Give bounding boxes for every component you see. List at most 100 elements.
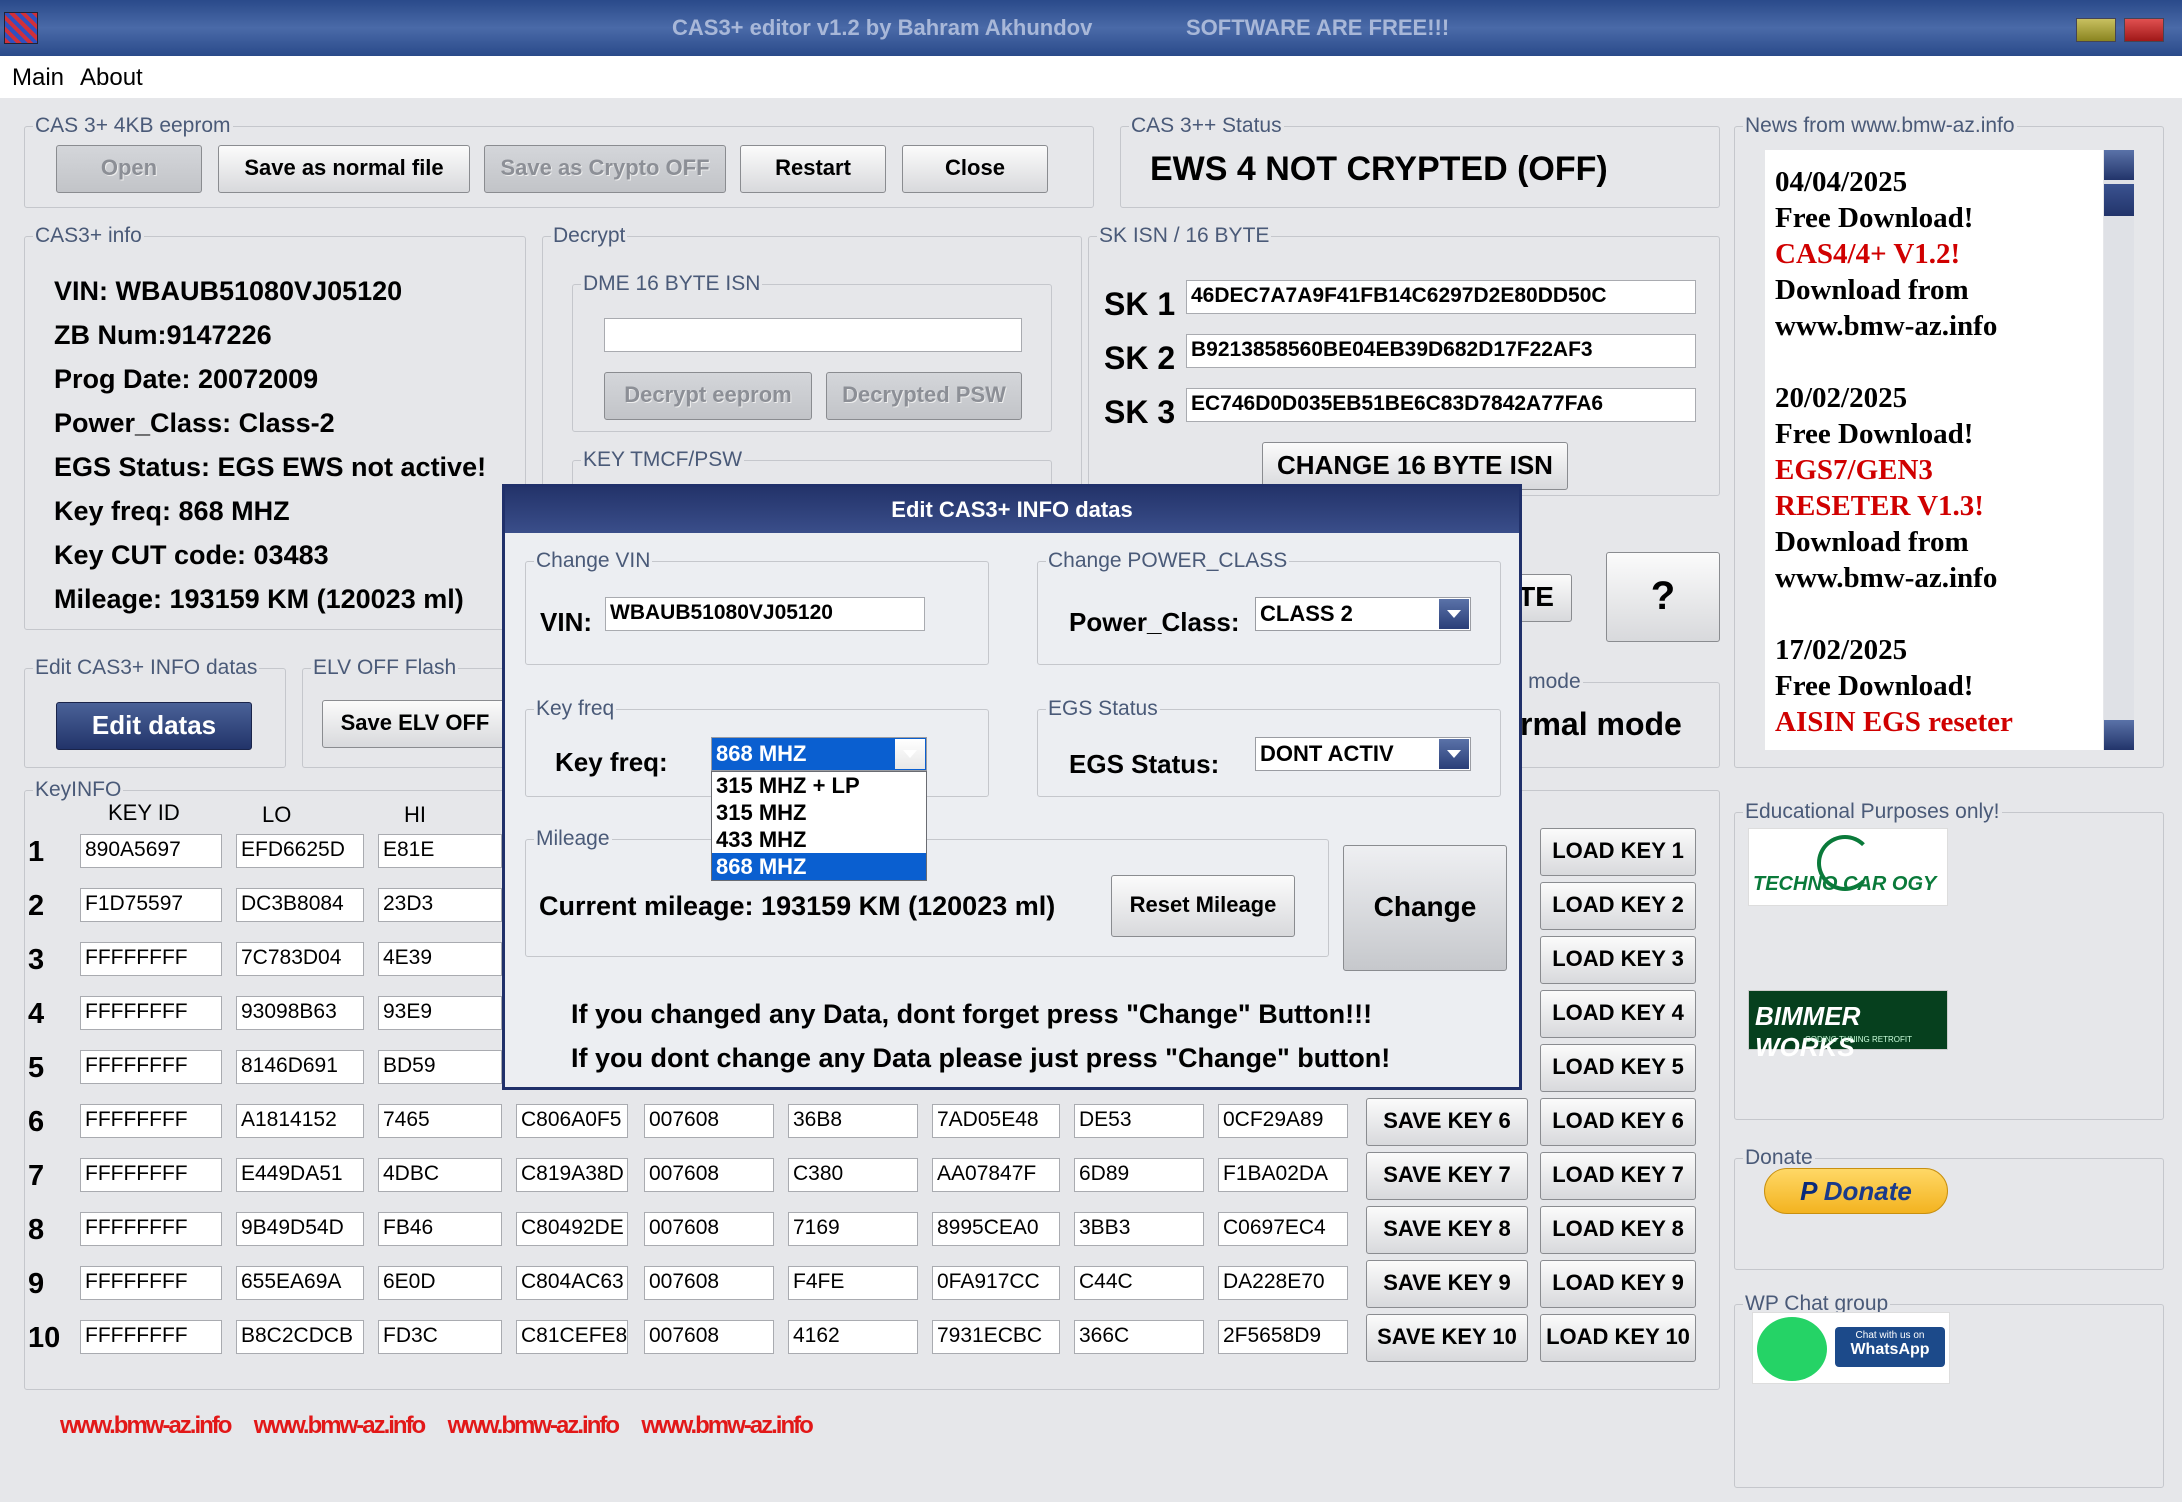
edit-datas-button[interactable]: Edit datas	[56, 702, 252, 750]
decrypted-psw-button[interactable]: Decrypted PSW	[826, 372, 1022, 420]
load-key-button[interactable]: LOAD KEY 5	[1540, 1044, 1696, 1092]
key-cell[interactable]: A1814152	[236, 1104, 364, 1138]
key-cell[interactable]: 4E39	[378, 942, 502, 976]
key-cell[interactable]: C44C	[1074, 1266, 1204, 1300]
save-key-button[interactable]: SAVE KEY 10	[1366, 1314, 1528, 1362]
key-cell[interactable]: 6D89	[1074, 1158, 1204, 1192]
key-cell[interactable]: 6E0D	[378, 1266, 502, 1300]
key-cell[interactable]: C380	[788, 1158, 918, 1192]
load-key-button[interactable]: LOAD KEY 1	[1540, 828, 1696, 876]
save-crypto-off-button[interactable]: Save as Crypto OFF	[484, 145, 726, 193]
key-cell[interactable]: FFFFFFFF	[80, 942, 222, 976]
scroll-up-icon[interactable]	[2104, 150, 2134, 180]
egs-status-select[interactable]: DONT ACTIV	[1255, 737, 1471, 771]
load-key-button[interactable]: LOAD KEY 10	[1540, 1314, 1696, 1362]
restart-button[interactable]: Restart	[740, 145, 886, 193]
donate-button[interactable]: P Donate	[1764, 1168, 1948, 1214]
key-cell[interactable]: 7465	[378, 1104, 502, 1138]
key-cell[interactable]: FFFFFFFF	[80, 1158, 222, 1192]
key-cell[interactable]: DC3B8084	[236, 888, 364, 922]
key-cell[interactable]: 007608	[644, 1104, 774, 1138]
bimmer-works-logo[interactable]: BIMMER WORKS CODING TUNING RETROFIT	[1748, 990, 1948, 1062]
footer-link[interactable]: www.bmw-az.info	[254, 1412, 426, 1439]
key-cell[interactable]: 4DBC	[378, 1158, 502, 1192]
menu-main[interactable]: Main	[12, 64, 64, 92]
scroll-thumb[interactable]	[2104, 184, 2134, 216]
key-cell[interactable]: 007608	[644, 1266, 774, 1300]
key-cell[interactable]: AA07847F	[932, 1158, 1060, 1192]
key-freq-option[interactable]: 315 MHZ + LP	[712, 772, 926, 799]
key-cell[interactable]: C0697EC4	[1218, 1212, 1348, 1246]
help-button[interactable]: ?	[1606, 552, 1720, 642]
decrypt-eeprom-button[interactable]: Decrypt eeprom	[604, 372, 812, 420]
footer-link[interactable]: www.bmw-az.info	[641, 1412, 813, 1439]
key-cell[interactable]: FD3C	[378, 1320, 502, 1354]
key-cell[interactable]: 93098B63	[236, 996, 364, 1030]
key-cell[interactable]: B8C2CDCB	[236, 1320, 364, 1354]
key-cell[interactable]: 0CF29A89	[1218, 1104, 1348, 1138]
key-cell[interactable]: 366C	[1074, 1320, 1204, 1354]
sk1-input[interactable]: 46DEC7A7A9F41FB14C6297D2E80DD50C	[1186, 280, 1696, 314]
key-cell[interactable]: 4162	[788, 1320, 918, 1354]
key-cell[interactable]: FFFFFFFF	[80, 1320, 222, 1354]
open-button[interactable]: Open	[56, 145, 202, 193]
footer-link[interactable]: www.bmw-az.info	[448, 1412, 620, 1439]
key-cell[interactable]: 3BB3	[1074, 1212, 1204, 1246]
key-cell[interactable]: 93E9	[378, 996, 502, 1030]
key-freq-option-selected[interactable]: 868 MHZ	[712, 853, 926, 880]
save-key-button[interactable]: SAVE KEY 9	[1366, 1260, 1528, 1308]
sk2-input[interactable]: B9213858560BE04EB39D682D17F22AF3	[1186, 334, 1696, 368]
reset-mileage-button[interactable]: Reset Mileage	[1111, 875, 1295, 937]
save-elv-off-button[interactable]: Save ELV OFF	[322, 700, 508, 748]
menu-about[interactable]: About	[80, 64, 143, 92]
whatsapp-banner[interactable]: Chat with us on WhatsApp	[1752, 1312, 1950, 1384]
footer-link[interactable]: www.bmw-az.info	[60, 1412, 232, 1439]
techno-car-logo[interactable]: TECHNO CAR OGY	[1748, 828, 1948, 906]
key-cell[interactable]: 7C783D04	[236, 942, 364, 976]
key-cell[interactable]: FFFFFFFF	[80, 1266, 222, 1300]
news-scrollbar[interactable]	[2104, 150, 2134, 750]
key-cell[interactable]: 36B8	[788, 1104, 918, 1138]
chevron-down-icon[interactable]	[1439, 599, 1469, 629]
key-cell[interactable]: 007608	[644, 1158, 774, 1192]
change-button[interactable]: Change	[1343, 845, 1507, 971]
save-normal-button[interactable]: Save as normal file	[218, 145, 470, 193]
key-cell[interactable]: C81CEFE8	[516, 1320, 628, 1354]
key-cell[interactable]: FFFFFFFF	[80, 1104, 222, 1138]
load-key-button[interactable]: LOAD KEY 7	[1540, 1152, 1696, 1200]
scroll-down-icon[interactable]	[2104, 720, 2134, 750]
power-class-select[interactable]: CLASS 2	[1255, 597, 1471, 631]
dme-isn-input[interactable]	[604, 318, 1022, 352]
key-cell[interactable]: F1D75597	[80, 888, 222, 922]
save-key-button[interactable]: SAVE KEY 8	[1366, 1206, 1528, 1254]
load-key-button[interactable]: LOAD KEY 3	[1540, 936, 1696, 984]
save-key-button[interactable]: SAVE KEY 6	[1366, 1098, 1528, 1146]
key-cell[interactable]: F1BA02DA	[1218, 1158, 1348, 1192]
key-cell[interactable]: FFFFFFFF	[80, 996, 222, 1030]
key-cell[interactable]: F4FE	[788, 1266, 918, 1300]
key-freq-select[interactable]: 868 MHZ	[711, 737, 927, 771]
load-key-button[interactable]: LOAD KEY 4	[1540, 990, 1696, 1038]
key-cell[interactable]: 0FA917CC	[932, 1266, 1060, 1300]
load-key-button[interactable]: LOAD KEY 8	[1540, 1206, 1696, 1254]
key-cell[interactable]: 8995CEA0	[932, 1212, 1060, 1246]
key-freq-option[interactable]: 433 MHZ	[712, 826, 926, 853]
key-cell[interactable]: 7169	[788, 1212, 918, 1246]
save-key-button[interactable]: SAVE KEY 7	[1366, 1152, 1528, 1200]
key-cell[interactable]: 23D3	[378, 888, 502, 922]
key-cell[interactable]: 007608	[644, 1320, 774, 1354]
key-cell[interactable]: 890A5697	[80, 834, 222, 868]
key-cell[interactable]: 9B49D54D	[236, 1212, 364, 1246]
key-cell[interactable]: FFFFFFFF	[80, 1212, 222, 1246]
close-button[interactable]: Close	[902, 145, 1048, 193]
load-key-button[interactable]: LOAD KEY 2	[1540, 882, 1696, 930]
key-cell[interactable]: C819A38D	[516, 1158, 628, 1192]
sk3-input[interactable]: EC746D0D035EB51BE6C83D7842A77FA6	[1186, 388, 1696, 422]
key-cell[interactable]: E449DA51	[236, 1158, 364, 1192]
key-cell[interactable]: DA228E70	[1218, 1266, 1348, 1300]
key-cell[interactable]: EFD6625D	[236, 834, 364, 868]
key-cell[interactable]: 2F5658D9	[1218, 1320, 1348, 1354]
key-cell[interactable]: 8146D691	[236, 1050, 364, 1084]
key-cell[interactable]: C80492DE	[516, 1212, 628, 1246]
key-cell[interactable]: E81E	[378, 834, 502, 868]
